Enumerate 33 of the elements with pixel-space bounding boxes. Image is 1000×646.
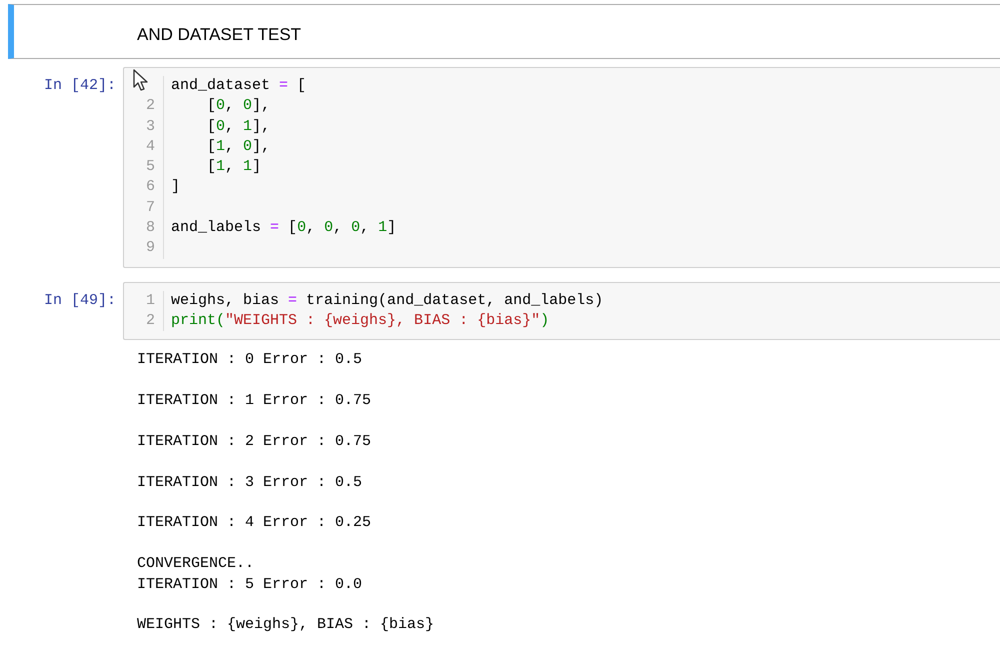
- markdown-heading: AND DATASET TEST: [136, 24, 302, 46]
- line-number: 4: [144, 136, 155, 157]
- code-line: [1, 1]: [206, 157, 262, 178]
- code-cell[interactable]: 1 2 weighs, bias = training(and_dataset, and_labels) print("WEIGHTS : {weighs}, BIAS : {bias}"): [123, 282, 1000, 340]
- line-number: 6: [144, 177, 155, 198]
- line-number: 7: [144, 198, 155, 218]
- line-number: 5: [144, 157, 155, 178]
- code-line: and_dataset = [: [171, 76, 308, 96]
- code-line: and_labels = [0, 0, 0, 1]: [171, 218, 396, 238]
- output-line: ITERATION : 0 Error : 0.5: [137, 350, 364, 370]
- output-line: ITERATION : 4 Error : 0.25: [137, 513, 372, 534]
- line-number: 9: [144, 238, 155, 258]
- output-line: ITERATION : 3 Error : 0.5: [137, 472, 364, 493]
- code-line: print("WEIGHTS : {weighs}, BIAS : {bias}"): [171, 310, 550, 331]
- line-number: 8: [144, 218, 155, 238]
- line-number: 3: [144, 116, 155, 137]
- code-line: [1, 0],: [206, 136, 272, 157]
- output-line: ITERATION : 2 Error : 0.75: [137, 432, 372, 452]
- code-line: [0, 1],: [206, 116, 272, 137]
- code-cell[interactable]: 2 3 4 5 6 7 8 9 and_dataset = [ [0, 0], [0, 1], [1, 0], [1, 1] ] and_labels = [0, 0, 0, 1]: [123, 67, 1000, 268]
- output-line: WEIGHTS : {weighs}, BIAS : {bias}: [137, 615, 436, 636]
- input-prompt: In [49]:: [42, 290, 117, 311]
- code-line: ]: [171, 177, 182, 198]
- markdown-cell[interactable]: AND DATASET TEST: [8, 4, 1000, 59]
- line-number: 2: [144, 310, 155, 331]
- output-line: ITERATION : 5 Error : 0.0: [137, 574, 364, 595]
- code-line: [0, 0],: [206, 96, 272, 116]
- input-prompt: In [42]:: [42, 76, 117, 96]
- line-number: 1: [144, 290, 155, 311]
- code-line: weighs, bias = training(and_dataset, and_labels): [171, 290, 604, 311]
- output-line: ITERATION : 1 Error : 0.75: [137, 391, 372, 412]
- output-line: CONVERGENCE..: [137, 554, 256, 574]
- line-number: 2: [144, 96, 155, 116]
